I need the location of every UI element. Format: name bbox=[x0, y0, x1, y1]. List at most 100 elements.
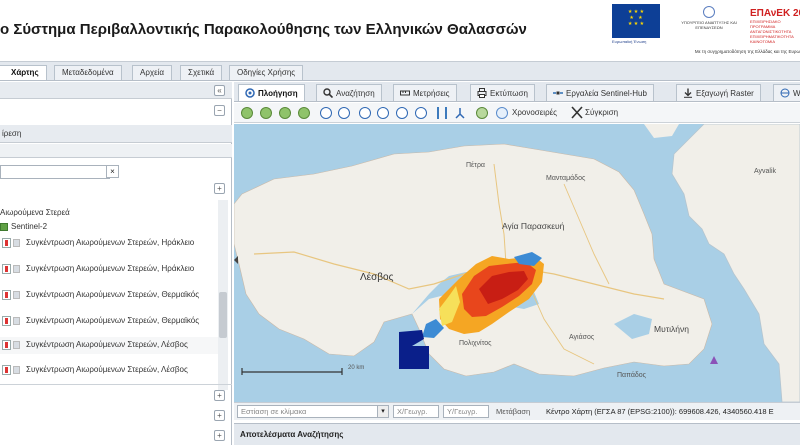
tab-more[interactable]: Wa bbox=[773, 84, 800, 101]
group-label: Αιωρούμενα Στερεά bbox=[0, 208, 70, 217]
tab-about[interactable]: Σχετικά bbox=[180, 65, 223, 80]
collapse-panel-button[interactable]: « bbox=[214, 85, 225, 96]
download-icon bbox=[683, 88, 693, 98]
raster-layer-icon bbox=[13, 341, 20, 349]
map-toolbar: Χρονοσειρές Σύγκριση bbox=[234, 103, 800, 123]
tab-sentinel-hub-tools[interactable]: Εργαλεία Sentinel-Hub bbox=[546, 84, 654, 101]
search-results-title: Αποτελέσματα Αναζήτησης bbox=[240, 430, 344, 439]
add-button[interactable]: + bbox=[214, 430, 225, 441]
pan-down-icon[interactable] bbox=[279, 107, 291, 119]
map-center-readout: Κέντρο Χάρτη (ΕΓΣΑ 87 (EPSG:2100)): 6996… bbox=[546, 407, 774, 416]
tab-raster-export[interactable]: Εξαγωγή Raster bbox=[676, 84, 761, 101]
clear-search-button[interactable]: × bbox=[106, 165, 119, 178]
layer-search-input[interactable] bbox=[0, 165, 110, 179]
zoom-box-in-icon[interactable] bbox=[359, 107, 371, 119]
zoom-box-out-icon[interactable] bbox=[377, 107, 389, 119]
tab-print[interactable]: Εκτύπωση bbox=[470, 84, 535, 101]
layer-item[interactable]: Συγκέντρωση Αιωρούμενων Στερεών, Ηράκλει… bbox=[0, 261, 218, 278]
forward-icon[interactable] bbox=[298, 107, 310, 119]
place-mantamados: Μανταμάδος bbox=[546, 175, 586, 182]
place-agia-paraskevi: Αγία Παρασκευή bbox=[502, 221, 565, 231]
layer-checkbox[interactable] bbox=[2, 238, 11, 248]
place-petra: Πέτρα bbox=[466, 162, 485, 169]
tab-map[interactable]: Χάρτης bbox=[0, 65, 47, 80]
raster-layer-icon bbox=[13, 317, 20, 325]
tab-files[interactable]: Αρχεία bbox=[132, 65, 173, 80]
tab-measurements[interactable]: Μετρήσεις bbox=[393, 84, 457, 101]
back-icon[interactable] bbox=[241, 107, 253, 119]
zoom-layer-icon[interactable] bbox=[415, 107, 427, 119]
page-header: ο Σύστημα Περιβαλλοντικής Παρακολούθησης… bbox=[0, 0, 800, 60]
zoom-out-icon[interactable] bbox=[338, 107, 350, 119]
add-button[interactable]: + bbox=[214, 410, 225, 421]
raster-layer-icon bbox=[13, 366, 20, 374]
sponsor-logos: ★ ★ ★ ★ ★ ★ ★ ★ Ευρωπαϊκή Ένωση ΥΠΟΥΡΓΕΙΟ … bbox=[612, 4, 800, 58]
identify-icon[interactable] bbox=[454, 107, 466, 119]
compare-button[interactable]: Σύγκριση bbox=[585, 108, 618, 117]
clock-icon[interactable] bbox=[496, 107, 508, 119]
layers-panel: « − ίρεση × + Αιωρούμενα Στερεά Sentinel… bbox=[0, 82, 232, 445]
search-results-header[interactable]: Αποτελέσματα Αναζήτησης bbox=[234, 423, 800, 445]
page-title: ο Σύστημα Περιβαλλοντικής Παρακολούθησης… bbox=[0, 21, 527, 38]
add-button[interactable]: + bbox=[214, 390, 225, 401]
tab-user-guide[interactable]: Οδηγίες Χρήσης bbox=[229, 65, 304, 80]
printer-icon bbox=[477, 88, 487, 98]
greek-ministry-logo: ΥΠΟΥΡΓΕΙΟ ΑΝΑΠΤΥΞΗΣ ΚΑΙ ΕΠΕΝΔΥΣΕΩΝ bbox=[674, 6, 744, 42]
layer-item[interactable]: Συγκέντρωση Αιωρούμενων Στερεών, Θερμαϊκ… bbox=[0, 313, 218, 330]
chevron-down-icon[interactable]: ▾ bbox=[377, 405, 389, 418]
scale-select[interactable]: Εστίαση σε κλίμακα bbox=[237, 405, 383, 418]
layer-item[interactable]: Συγκέντρωση Αιωρούμενων Στερεών, Θερμαϊκ… bbox=[0, 287, 218, 304]
epanek-logo: ΕΠΑνΕΚ 20 ΕΠΙΧΕΙΡΗΣΙΑΚΟ ΠΡΟΓΡΑΜΜΑ ΑΝΤΑΓΩ… bbox=[750, 8, 800, 44]
layers-panel-header: « bbox=[0, 82, 232, 99]
eu-caption: Ευρωπαϊκή Ένωση bbox=[612, 39, 647, 44]
scale-label: 20 km bbox=[348, 365, 365, 371]
raster-layer-icon bbox=[13, 291, 20, 299]
eu-flag-logo: ★ ★ ★ ★ ★ ★ ★ ★ bbox=[612, 4, 660, 38]
x-coordinate-input[interactable]: Χ/Γεωγρ. bbox=[393, 405, 439, 418]
place-agiasos: Αγιάσος bbox=[569, 334, 595, 341]
place-lesvos: Λέσβος bbox=[360, 272, 394, 283]
search-icon bbox=[323, 88, 334, 99]
map-panel: Πλοήγηση Αναζήτηση Μετρήσεις Εκτύπωση Ερ… bbox=[234, 82, 800, 445]
swipe-icon[interactable] bbox=[437, 107, 447, 119]
minimize-button[interactable]: − bbox=[214, 105, 225, 116]
place-ayvalik: Ayvalik bbox=[754, 168, 777, 175]
navigation-icon bbox=[245, 88, 255, 98]
tab-search[interactable]: Αναζήτηση bbox=[316, 84, 382, 101]
raster-layer-icon bbox=[13, 239, 20, 247]
folder-icon bbox=[0, 223, 8, 231]
satellite-icon bbox=[553, 88, 563, 98]
map-tabs: Πλοήγηση Αναζήτηση Μετρήσεις Εκτύπωση Ερ… bbox=[234, 82, 800, 102]
place-mytilini: Μυτιλήνη bbox=[654, 324, 689, 334]
map-viewport[interactable]: Πέτρα Μανταμάδος Αγία Παρασκευή Λέσβος Μ… bbox=[234, 124, 800, 402]
zoom-extent-icon[interactable] bbox=[396, 107, 408, 119]
timeseries-button[interactable]: Χρονοσειρές bbox=[512, 108, 557, 117]
layer-checkbox[interactable] bbox=[2, 365, 11, 375]
layer-checkbox[interactable] bbox=[2, 316, 11, 326]
y-coordinate-input[interactable]: Υ/Γεωγρ. bbox=[443, 405, 489, 418]
place-polichnitos: Πολιχνίτος bbox=[459, 340, 492, 347]
layers-scroll-thumb[interactable] bbox=[219, 292, 227, 338]
compare-icon[interactable] bbox=[571, 106, 583, 119]
ruler-icon bbox=[400, 88, 410, 98]
map-canvas[interactable] bbox=[234, 124, 800, 402]
layer-checkbox[interactable] bbox=[2, 290, 11, 300]
layer-item[interactable]: Συγκέντρωση Αιωρούμενων Στερεών, Λέσβος bbox=[0, 362, 218, 379]
pan-up-icon[interactable] bbox=[260, 107, 272, 119]
layer-item[interactable]: Συγκέντρωση Αιωρούμενων Στερεών, Ηράκλει… bbox=[0, 235, 218, 252]
expand-tree-button[interactable]: + bbox=[214, 183, 225, 194]
subgroup-label: Sentinel-2 bbox=[11, 222, 48, 231]
tab-navigation[interactable]: Πλοήγηση bbox=[238, 84, 305, 101]
zoom-in-icon[interactable] bbox=[320, 107, 332, 119]
layer-item-selected[interactable]: Συγκέντρωση Αιωρούμενων Στερεών, Λέσβος bbox=[0, 337, 218, 354]
section-label: ίρεση bbox=[2, 129, 22, 138]
tab-metadata[interactable]: Μεταδεδομένα bbox=[54, 65, 122, 80]
coordinate-bar: Εστίαση σε κλίμακα ▾ Χ/Γεωγρ. Υ/Γεωγρ. Μ… bbox=[234, 402, 800, 420]
goto-button[interactable]: Μετάβαση bbox=[496, 407, 530, 416]
layer-checkbox[interactable] bbox=[2, 340, 11, 350]
raster-layer-icon bbox=[13, 265, 20, 273]
refresh-icon[interactable] bbox=[476, 107, 488, 119]
cofund-caption: Με τη συγχρηματοδότηση της Ελλάδας και τ… bbox=[694, 49, 800, 54]
place-papados: Παπάδος bbox=[617, 372, 647, 379]
layer-checkbox[interactable] bbox=[2, 264, 11, 274]
